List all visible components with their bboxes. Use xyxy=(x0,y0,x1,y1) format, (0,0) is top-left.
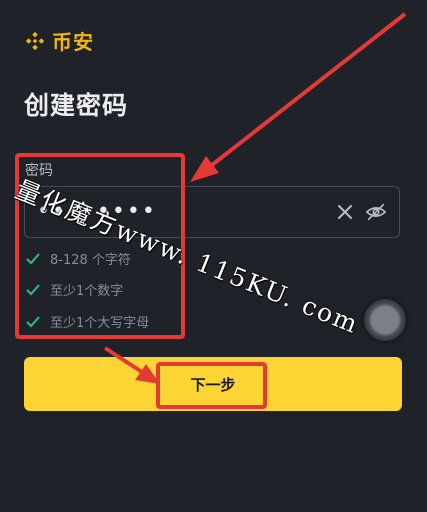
requirement-text: 至少1个大写字母 xyxy=(50,316,150,331)
requirement-uppercase: 至少1个大写字母 xyxy=(26,312,149,331)
page-title: 创建密码 xyxy=(24,91,129,120)
password-label: 密码 xyxy=(25,163,53,179)
annotation-box-password xyxy=(15,153,185,339)
brand-name: 币安 xyxy=(52,30,94,54)
brand-logo: 币安 xyxy=(24,26,94,55)
check-icon xyxy=(26,252,40,264)
requirement-length: 8-128 个字符 xyxy=(26,249,131,268)
password-input[interactable]: •••••••• xyxy=(24,186,400,238)
eye-off-icon[interactable] xyxy=(365,202,387,222)
check-icon xyxy=(26,315,40,327)
requirement-number: 至少1个数字 xyxy=(26,280,123,299)
annotation-arrowhead-top xyxy=(190,156,219,182)
binance-logo-icon xyxy=(25,31,45,50)
requirement-text: 至少1个数字 xyxy=(50,284,124,299)
check-icon xyxy=(26,283,40,295)
requirement-text: 8-128 个字符 xyxy=(50,253,131,268)
floating-assist-button[interactable] xyxy=(364,299,406,341)
annotation-arrow-top xyxy=(210,12,407,167)
close-icon[interactable] xyxy=(335,202,355,222)
next-button[interactable]: 下一步 xyxy=(24,357,402,411)
password-value: •••••••• xyxy=(37,199,157,224)
